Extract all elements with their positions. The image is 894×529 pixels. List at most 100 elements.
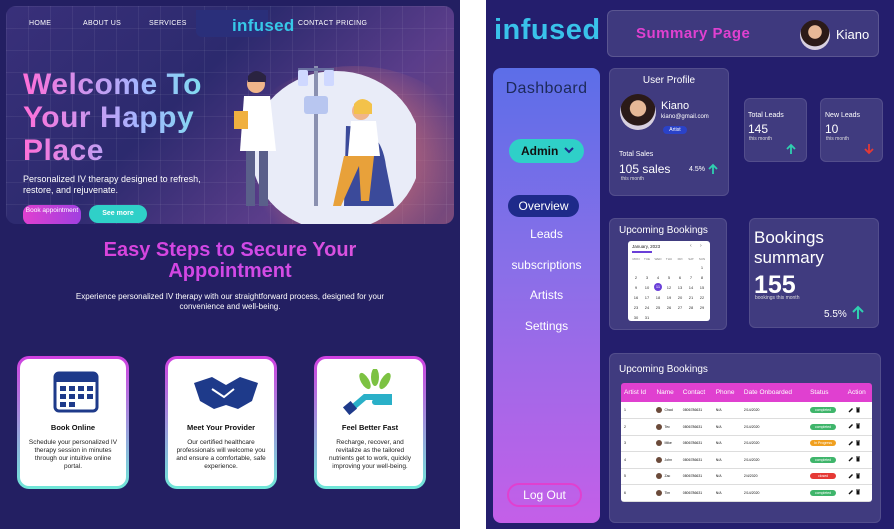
edit-icon[interactable] [848, 407, 854, 413]
table-row[interactable]: 5 Zac 0806786631 N/A 2/4/2020 closed [621, 468, 872, 485]
edit-icon[interactable] [848, 489, 854, 495]
column-header[interactable]: Artist Id [621, 383, 654, 402]
top-nav: HOME ABOUT US SERVICES infused CONTACT P… [6, 10, 454, 37]
contact-cell: 0806786631 [679, 402, 713, 419]
trash-icon[interactable] [855, 423, 861, 429]
calendar-day[interactable]: 7 [686, 275, 696, 280]
sidebar-item-settings[interactable]: Settings [493, 319, 600, 333]
avatar [656, 473, 663, 480]
trash-icon[interactable] [855, 407, 861, 413]
dashboard-brand-logo[interactable]: infused [494, 14, 601, 47]
calendar-day[interactable]: 23 [631, 305, 641, 310]
artist-id-cell: 5 [621, 468, 654, 485]
brand-logo[interactable]: infused [196, 10, 294, 37]
handshake-icon [194, 377, 258, 409]
calendar-day[interactable]: 24 [642, 305, 652, 310]
logout-button[interactable]: Log Out [507, 483, 582, 507]
calendar-day[interactable]: 18 [653, 295, 663, 300]
calendar-day[interactable]: 1 [697, 265, 707, 270]
calendar-day[interactable]: 26 [664, 305, 674, 310]
calendar[interactable]: January, 2023 ‹ › MON TUE WED THU FRI SAT SUN 1… [628, 241, 710, 321]
role-badge: Artist [663, 126, 687, 134]
avatar[interactable] [800, 20, 830, 50]
calendar-day[interactable]: 31 [642, 315, 652, 320]
action-cell [844, 435, 872, 452]
calendar-day[interactable]: 19 [664, 295, 674, 300]
column-header[interactable]: Contact [679, 383, 713, 402]
nav-home[interactable]: HOME [29, 20, 51, 27]
calendar-day[interactable]: 10 [642, 285, 652, 290]
edit-icon[interactable] [848, 440, 854, 446]
calendar-day[interactable]: 21 [686, 295, 696, 300]
nav-contact[interactable]: CONTACT [298, 20, 333, 27]
book-appointment-button[interactable]: Book appointment [23, 205, 81, 224]
column-header[interactable]: Date Onboarded [740, 383, 808, 402]
calendar-day[interactable]: 28 [686, 305, 696, 310]
calendar-prev-icon[interactable]: ‹ [690, 243, 692, 249]
calendar-day[interactable]: 2 [631, 275, 641, 280]
table-row[interactable]: 4 John 0806786631 N/A 2/14/2020 completed [621, 451, 872, 469]
calendar-day[interactable]: 9 [631, 285, 641, 290]
calendar-day[interactable]: 6 [675, 275, 685, 280]
calendar-day[interactable]: 14 [686, 285, 696, 290]
nav-about[interactable]: ABOUT US [83, 20, 121, 27]
artist-name: Zac [664, 474, 671, 479]
calendar-day[interactable]: 15 [697, 285, 707, 290]
sidebar-item-overview[interactable]: Overview [508, 195, 579, 217]
calendar-day[interactable]: 29 [697, 305, 707, 310]
calendar-day[interactable]: 22 [697, 295, 707, 300]
calendar-day[interactable]: 20 [675, 295, 685, 300]
calendar-day[interactable]: 25 [653, 305, 663, 310]
user-profile-card: User Profile Kiano kiano@gmail.com Artis… [609, 68, 729, 196]
sidebar-item-leads[interactable]: Leads [493, 227, 600, 241]
name-cell: Zac [653, 468, 680, 485]
calendar-day[interactable]: 12 [664, 285, 674, 290]
edit-icon[interactable] [848, 423, 854, 429]
table-row[interactable]: 6 Tim 0806786631 N/A 2/14/2020 completed [621, 484, 872, 502]
trash-icon[interactable] [855, 473, 861, 479]
bookings-summary-card: Bookings summary 155 bookings this month… [749, 218, 879, 328]
sidebar-item-subscriptions[interactable]: subscriptions [493, 258, 600, 272]
calendar-day[interactable]: 4 [653, 275, 663, 280]
calendar-day[interactable]: 16 [631, 295, 641, 300]
column-header[interactable]: Name [653, 383, 680, 402]
trash-icon[interactable] [855, 489, 861, 495]
date-cell: 2/4/2020 [740, 468, 808, 485]
sidebar-item-artists[interactable]: Artists [493, 288, 600, 302]
weekday-label: SUN [698, 257, 706, 261]
total-sales-value: 105 sales [619, 162, 671, 176]
edit-icon[interactable] [848, 473, 854, 479]
calendar-day[interactable]: 13 [675, 285, 685, 290]
table-heading: Upcoming Bookings [619, 364, 708, 375]
name-cell: Tim [653, 484, 680, 502]
calendar-next-icon[interactable]: › [700, 243, 702, 249]
calendar-day[interactable]: 11 [654, 283, 662, 291]
see-more-button[interactable]: See more [89, 205, 147, 223]
total-leads-card: Total Leads 145 this month [744, 98, 807, 162]
total-leads-label: Total Leads [748, 112, 784, 119]
column-header[interactable]: Action [844, 383, 872, 402]
trash-icon[interactable] [855, 440, 861, 446]
calendar-day[interactable]: 30 [631, 315, 641, 320]
column-header[interactable]: Status [807, 383, 845, 402]
status-badge: closed [810, 473, 837, 480]
trash-icon[interactable] [855, 456, 861, 462]
nav-pricing[interactable]: PRICING [336, 20, 367, 27]
sales-percent: 4.5% [689, 166, 705, 173]
table-row[interactable]: 3 Mike 0806786631 N/A 2/14/2020 In Progress [621, 435, 872, 452]
calendar-day[interactable]: 8 [697, 275, 707, 280]
calendar-day[interactable]: 5 [664, 275, 674, 280]
table-row[interactable]: 1 Chad 0806786631 N/A 2/14/2020 completed [621, 402, 872, 419]
calendar-day[interactable]: 27 [675, 305, 685, 310]
role-dropdown[interactable]: Admin [509, 139, 584, 163]
table-row[interactable]: 2 Tec 0806786631 N/A 2/14/2020 completed [621, 418, 872, 436]
column-header[interactable]: Phone [712, 383, 741, 402]
nav-services[interactable]: SERVICES [149, 20, 187, 27]
calendar-day[interactable]: 17 [642, 295, 652, 300]
artist-name: Tim [664, 490, 671, 495]
phone-cell: N/A [712, 435, 741, 452]
date-cell: 2/14/2020 [740, 484, 808, 502]
calendar-day[interactable]: 3 [642, 275, 652, 280]
edit-icon[interactable] [848, 456, 854, 462]
steps-title: Easy Steps to Secure Your Appointment [0, 240, 460, 282]
